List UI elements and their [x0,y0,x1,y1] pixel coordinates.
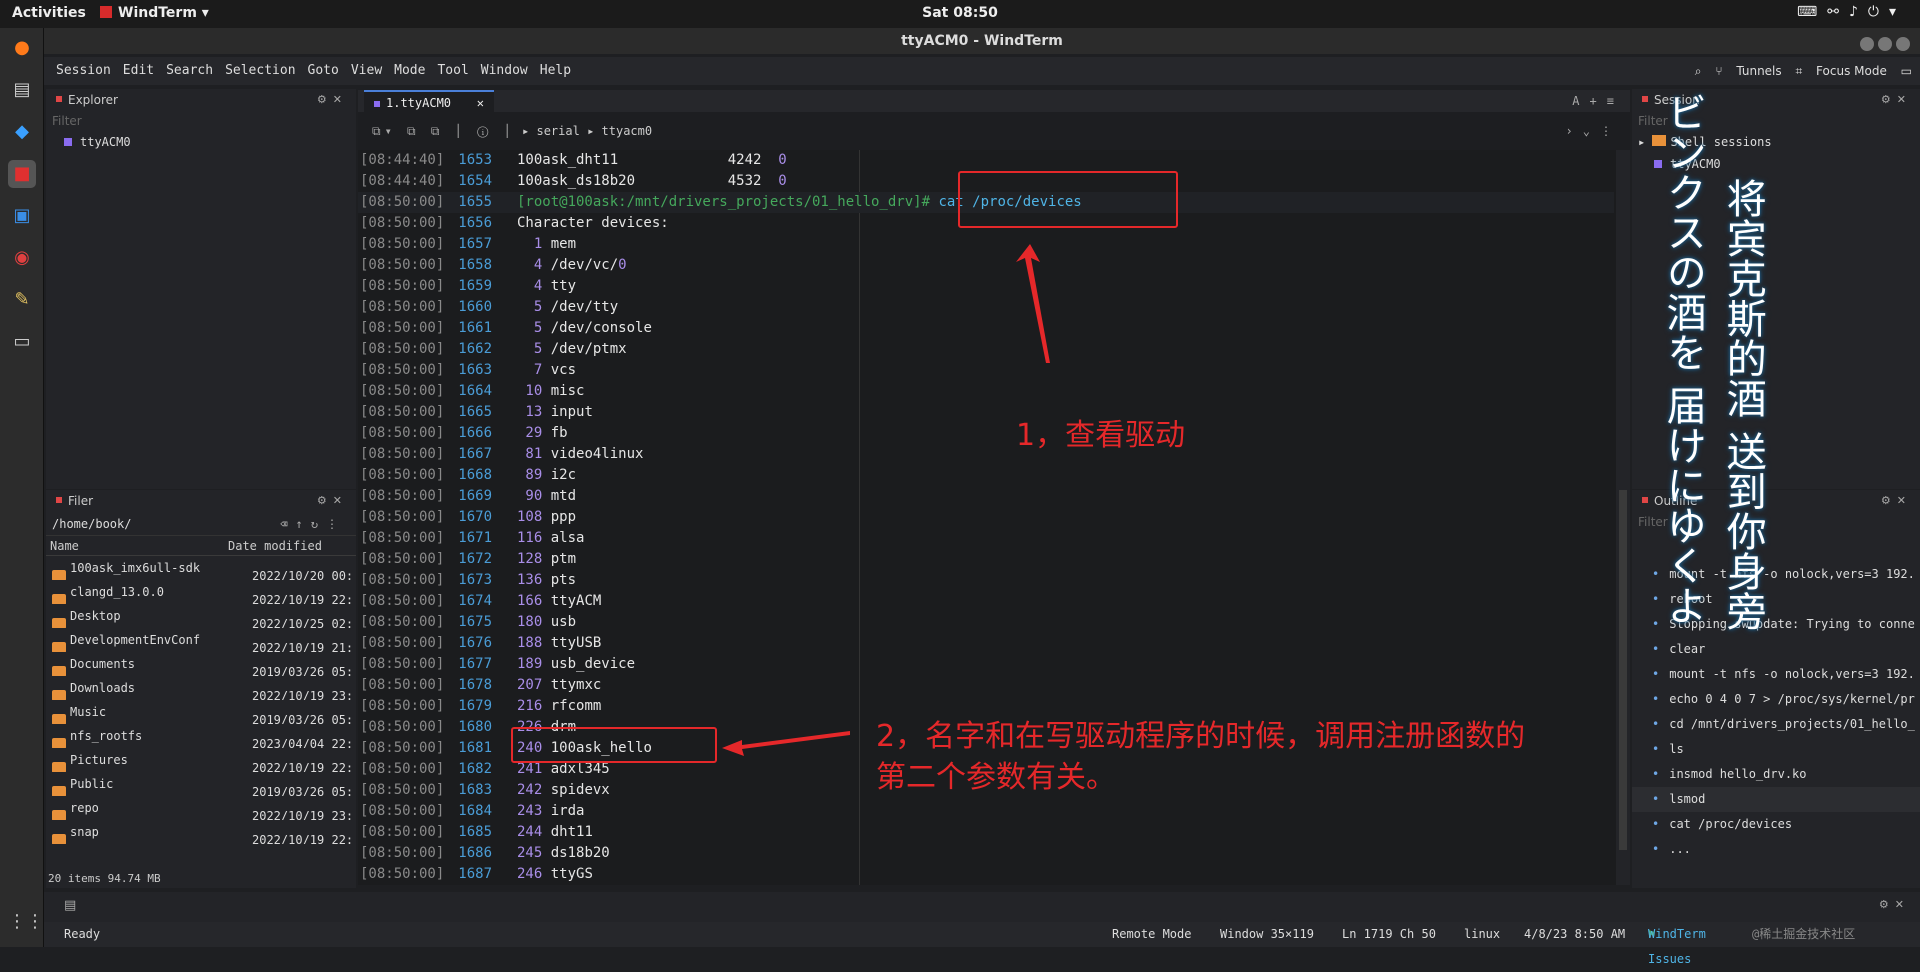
outline-item[interactable]: • lsmod [1632,787,1920,812]
bullet-icon: • [1652,617,1660,631]
lyrics-col-2: ビンクスの酒を 届けにゆくよ [1659,92,1706,625]
outline-item[interactable]: • mount -t nfs -o nolock,vers=3 192. [1632,662,1920,687]
outline-item[interactable]: • cd /mnt/drivers_projects/01_hello_ [1632,712,1920,737]
watermark: @稀土掘金技术社区 [1752,927,1856,941]
bullet-icon: • [1652,592,1660,606]
status-window[interactable]: Window 35×119 [1220,922,1314,947]
bottom-panel: ▤ ⚙✕ [44,892,1920,922]
arrow-left [722,731,850,756]
expand-icon[interactable]: ▸ [1638,135,1652,149]
status-position[interactable]: Ln 1719 Ch 50 [1342,922,1436,947]
status-time: 4/8/23 8:50 AM [1524,927,1626,941]
bullet-icon: • [1652,817,1660,831]
bullet-icon: • [1652,792,1660,806]
bullet-icon: • [1652,717,1660,731]
bullet-icon: • [1652,742,1660,756]
bullet-icon: • [1652,567,1660,581]
output-icon[interactable]: ▤ [64,898,76,913]
outline-item[interactable]: •... [1632,837,1920,862]
outline-item[interactable]: • ls [1632,737,1920,762]
annotation-2-line2: 第二个参数有关。 [876,760,1116,795]
annotation-1: 1，查看驱动 [1016,418,1186,453]
arrow-up [1016,244,1050,363]
status-ready: Ready [64,927,101,941]
outline-item[interactable]: • insmod hello_drv.ko [1632,762,1920,787]
bullet-icon: • [1652,842,1660,856]
bullet-icon: • [1652,692,1660,706]
status-mode[interactable]: Remote Mode [1112,922,1191,947]
status-bar: Ready Remote Mode Window 35×119 Ln 1719 … [44,922,1920,966]
close-icon[interactable]: ✕ [1897,93,1912,106]
gear-icon[interactable]: ⚙ [1881,93,1897,106]
gear-icon[interactable]: ⚙ [1881,494,1897,507]
close-icon[interactable]: ✕ [1897,494,1912,507]
outline-item[interactable]: • echo 0 4 0 7 > /proc/sys/kernel/pr [1632,687,1920,712]
bullet-icon: • [1652,767,1660,781]
close-icon[interactable]: ✕ [1895,898,1910,911]
outline-item[interactable]: • cat /proc/devices [1632,812,1920,837]
bullet-icon: • [1652,642,1660,656]
status-os[interactable]: linux [1464,922,1500,947]
lyrics-col-1: 将宾克斯的酒 送到你身旁 [1719,178,1766,631]
annotation-2-line1: 2，名字和在写驱动程序的时候，调用注册函数的 [876,719,1526,754]
gear-icon[interactable]: ⚙ [1879,898,1895,911]
outline-item[interactable]: • clear [1632,637,1920,662]
bullet-icon: • [1652,667,1660,681]
